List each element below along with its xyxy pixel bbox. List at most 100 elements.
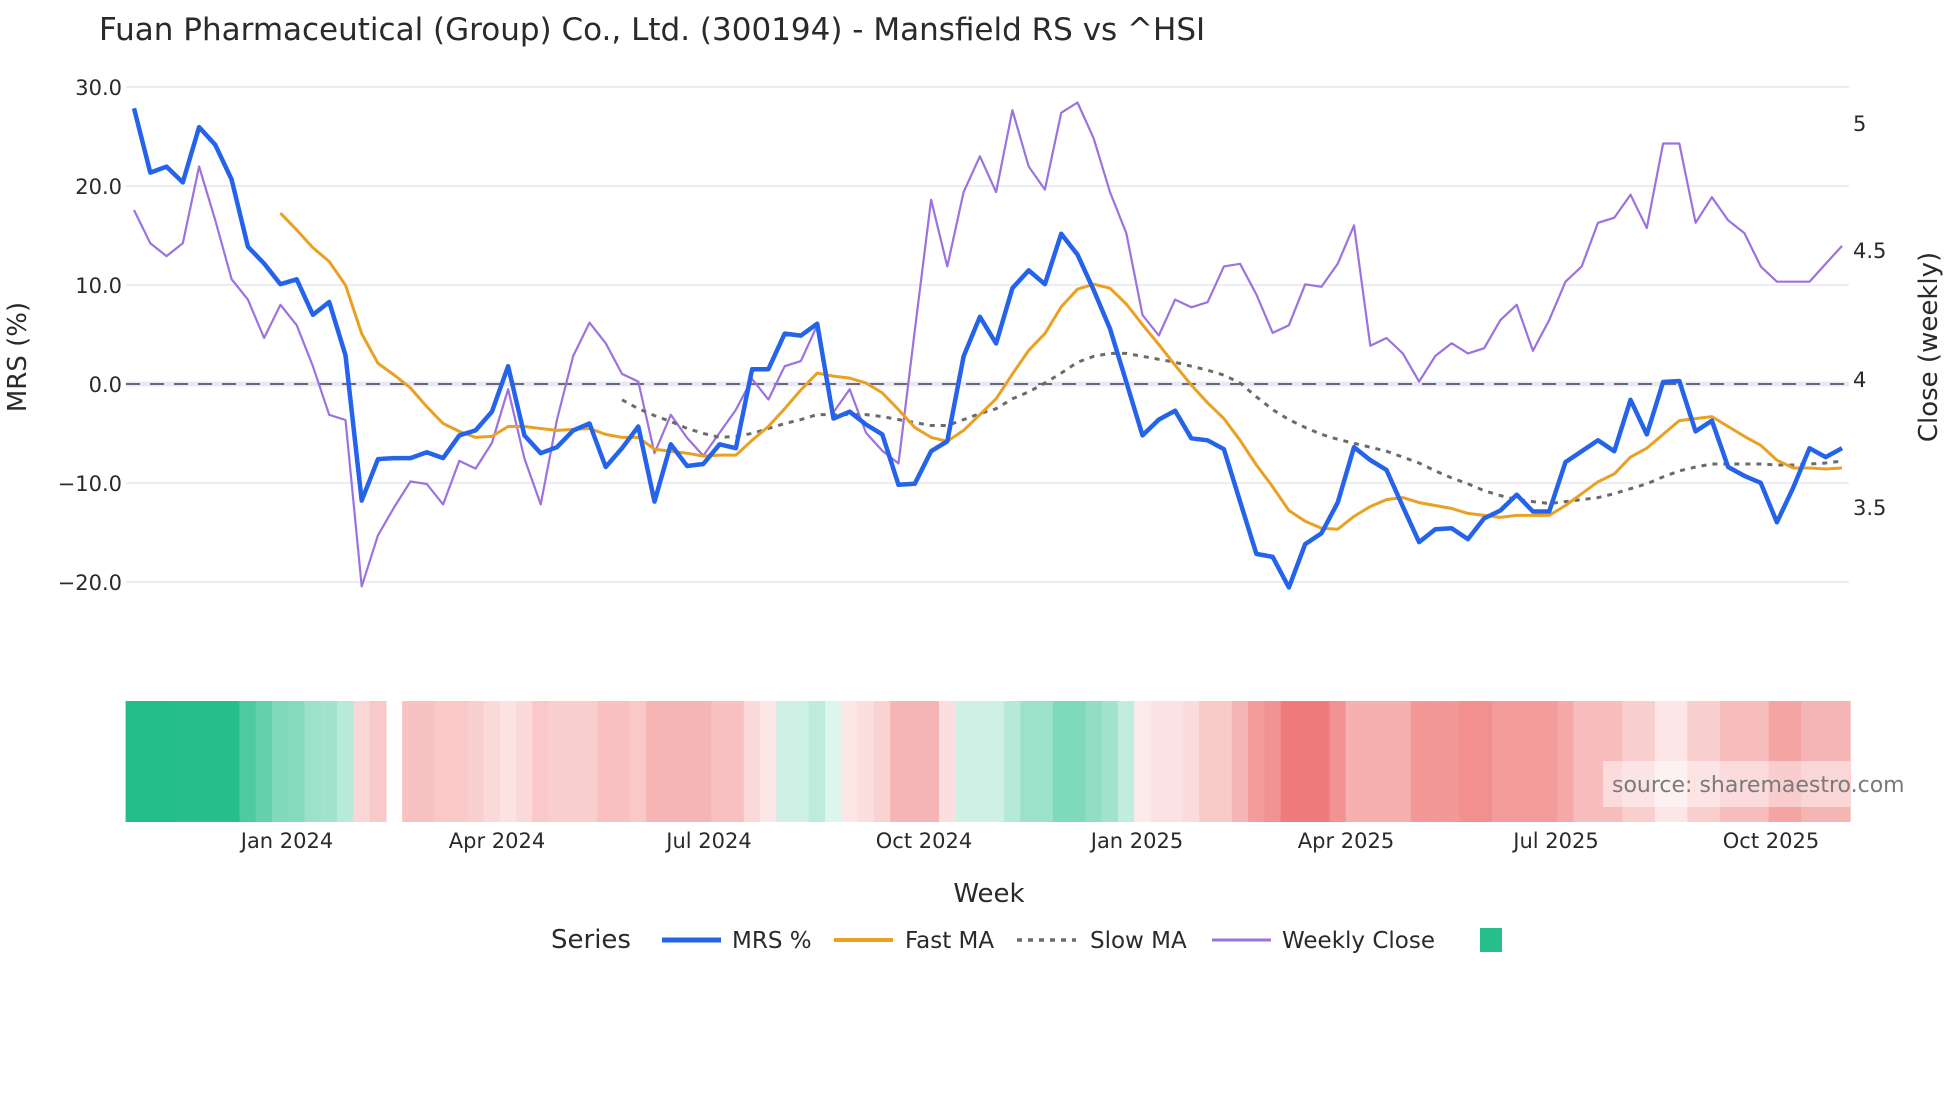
heatmap-cell — [1475, 701, 1493, 822]
legend-swatch-heatmap[interactable] — [1480, 928, 1502, 952]
heatmap-cell — [450, 701, 468, 822]
heatmap-cell — [1296, 701, 1314, 822]
chart-title: Fuan Pharmaceutical (Group) Co., Ltd. (3… — [99, 12, 1205, 48]
heatmap-cell — [516, 701, 533, 822]
heatmap-cell — [711, 701, 729, 822]
heatmap-cell — [532, 701, 550, 822]
heatmap-cell — [1085, 701, 1103, 822]
heatmap-cell — [1117, 701, 1135, 822]
heatmap-cell — [743, 701, 761, 822]
heatmap-cell — [1443, 701, 1461, 822]
y2-tick-label: 4 — [1853, 368, 1866, 392]
heatmap-strip — [125, 701, 1851, 822]
heatmap-cell — [1280, 701, 1298, 822]
heatmap-cell — [320, 701, 338, 822]
heatmap-cell — [727, 701, 745, 822]
y-tick-label: 20.0 — [75, 175, 122, 199]
heatmap-cell — [662, 701, 680, 822]
heatmap-cell — [288, 701, 306, 822]
y-tick-label: 0.0 — [89, 373, 122, 397]
heatmap-cell — [467, 701, 485, 822]
heatmap-cell — [1508, 701, 1526, 822]
heatmap-cell — [1004, 701, 1021, 822]
heatmap-cell — [1036, 701, 1054, 822]
heatmap-cell — [629, 701, 647, 822]
heatmap-cell — [613, 701, 631, 822]
heatmap-cell — [760, 701, 777, 822]
heatmap-cell — [272, 701, 289, 822]
heatmap-cell — [1394, 701, 1412, 822]
heatmap-cell — [841, 701, 859, 822]
y2-axis-title: Close (weekly) — [1914, 252, 1944, 442]
heatmap-cell — [206, 701, 224, 822]
legend-label: Weekly Close — [1282, 928, 1435, 954]
y2-tick-label: 3.5 — [1853, 496, 1886, 520]
heatmap-cell — [125, 701, 143, 822]
heatmap-cell — [1150, 701, 1168, 822]
x-tick-label: Apr 2025 — [1298, 829, 1394, 853]
heatmap-cell — [1492, 701, 1509, 822]
heatmap-cell — [939, 701, 956, 822]
heatmap-cell — [857, 701, 875, 822]
heatmap-cell — [1264, 701, 1282, 822]
heatmap-cell — [190, 701, 208, 822]
heatmap-cell — [1459, 701, 1477, 822]
heatmap-cell — [776, 701, 794, 822]
heatmap-cell — [1427, 701, 1444, 822]
heatmap-cell — [239, 701, 257, 822]
x-axis-title: Week — [953, 879, 1024, 909]
heatmap-cell — [223, 701, 241, 822]
heatmap-cell — [434, 701, 452, 822]
heatmap-cell — [1313, 701, 1331, 822]
heatmap-cell — [255, 701, 273, 822]
heatmap-cell — [873, 701, 891, 822]
y-axis-title: MRS (%) — [3, 302, 33, 412]
heatmap-cell — [1378, 701, 1396, 822]
heatmap-cell — [694, 701, 712, 822]
legend-label: Fast MA — [905, 928, 994, 954]
heatmap-cell — [418, 701, 436, 822]
heatmap-cell — [1361, 701, 1379, 822]
heatmap-cell — [1215, 701, 1233, 822]
heatmap-cell — [906, 701, 924, 822]
heatmap-cell — [369, 701, 387, 822]
heatmap-cell — [597, 701, 615, 822]
heatmap-cell — [402, 701, 420, 822]
heatmap-cell — [922, 701, 940, 822]
heatmap-cell — [1329, 701, 1347, 822]
heatmap-cell — [174, 701, 192, 822]
heatmap-cell — [1052, 701, 1070, 822]
heatmap-cell — [1573, 701, 1591, 822]
heatmap-cell — [1183, 701, 1200, 822]
heatmap-cell — [808, 701, 826, 822]
heatmap-cell — [1020, 701, 1038, 822]
heatmap-cell — [678, 701, 696, 822]
legend-title: Series — [551, 925, 631, 955]
mansfield-rs-chart: Fuan Pharmaceutical (Group) Co., Ltd. (3… — [0, 0, 1960, 1102]
heatmap-cell — [581, 701, 598, 822]
heatmap-cell — [890, 701, 908, 822]
heatmap-cell — [499, 701, 517, 822]
heatmap-cell — [304, 701, 322, 822]
y2-tick-label: 4.5 — [1853, 239, 1886, 263]
heatmap-cell — [1231, 701, 1249, 822]
heatmap-cell — [483, 701, 501, 822]
x-tick-label: Apr 2024 — [449, 829, 545, 853]
heatmap-cell — [1101, 701, 1119, 822]
heatmap-cell — [1410, 701, 1428, 822]
x-tick-label: Oct 2024 — [876, 829, 972, 853]
heatmap-cell — [337, 701, 354, 822]
heatmap-cell — [353, 701, 371, 822]
heatmap-cell — [955, 701, 973, 822]
heatmap-cell — [1540, 701, 1558, 822]
legend-label: MRS % — [732, 928, 812, 954]
x-tick-label: Jan 2024 — [239, 829, 334, 853]
heatmap-cell — [1524, 701, 1542, 822]
y-tick-label: 30.0 — [75, 76, 122, 100]
y-tick-label: −20.0 — [58, 571, 122, 595]
source-annotation: source: sharemaestro.com — [1612, 773, 1905, 798]
heatmap-cell — [548, 701, 566, 822]
x-tick-label: Jul 2025 — [1511, 829, 1598, 853]
heatmap-cell — [825, 701, 842, 822]
x-tick-label: Oct 2025 — [1723, 829, 1819, 853]
